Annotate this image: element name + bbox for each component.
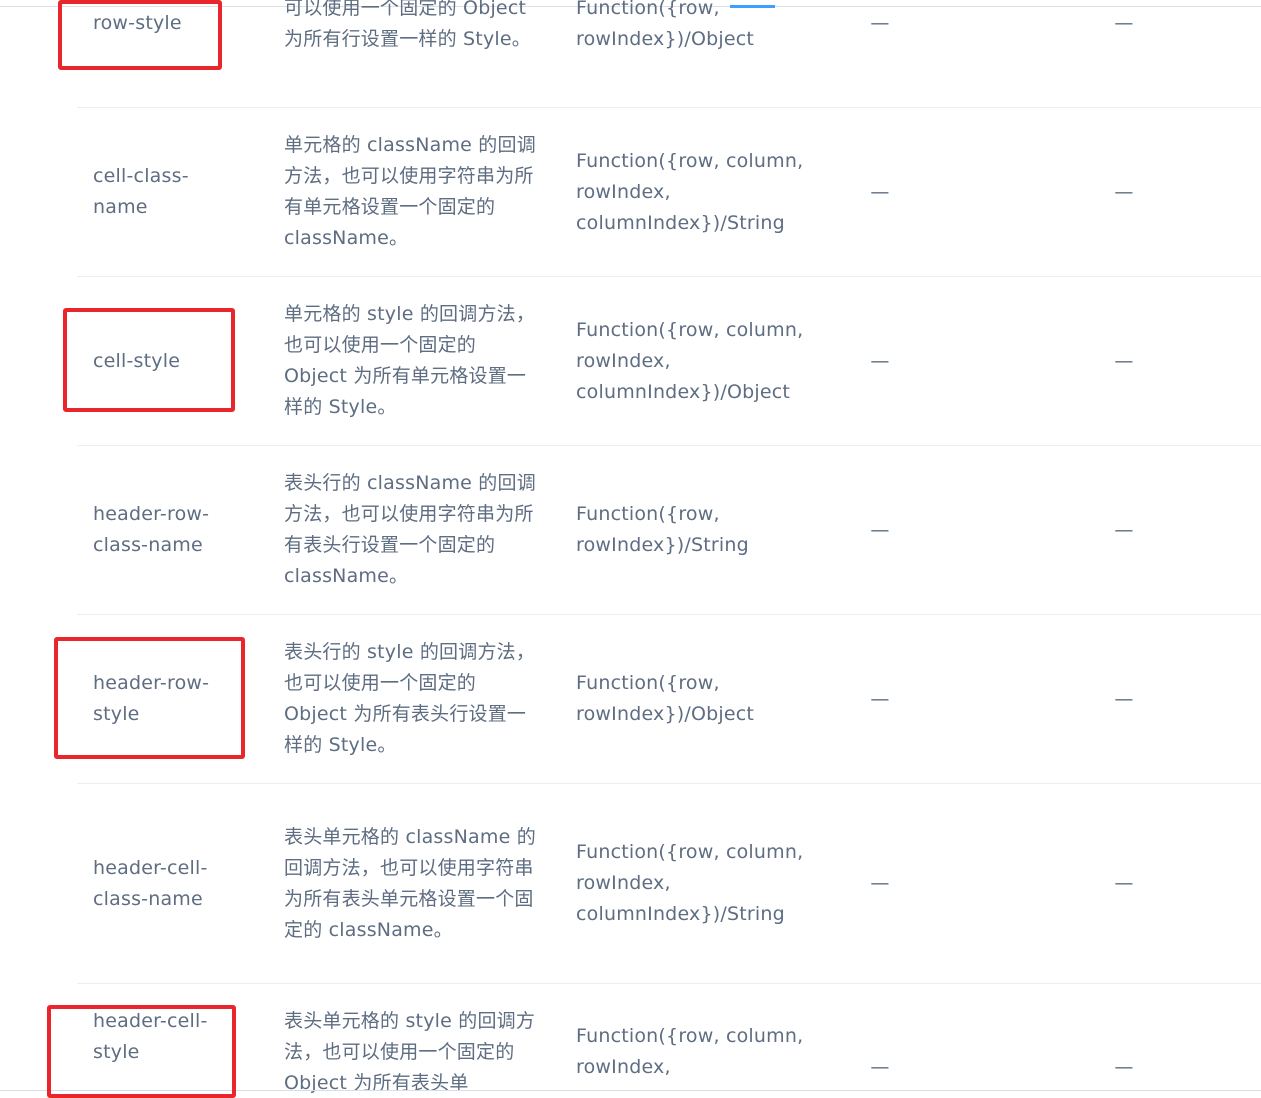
description-cell: 单元格的 style 的回调方法，也可以使用一个固定的 Object 为所有单元… <box>284 303 536 418</box>
attribute-name-cell: header-row-class-name <box>93 503 210 556</box>
type-cell: Function({row, column, rowIndex, columnI… <box>576 149 804 234</box>
table-row: cell-class-name 单元格的 className 的回调方法，也可以… <box>0 108 1261 276</box>
default-value-cell: — <box>1114 687 1134 710</box>
highlight-box-header-cell-style <box>47 1005 236 1098</box>
default-value-cell: — <box>1114 12 1134 34</box>
description-cell: 可以使用一个固定的 Object 为所有行设置一样的 Style。 <box>284 0 531 50</box>
type-cell: Function({row, column, rowIndex, columnI… <box>576 841 804 925</box>
default-value-cell: — <box>1114 872 1134 894</box>
type-cell: Function({row, rowIndex})/String <box>576 503 749 556</box>
table-row: header-row-class-name 表头行的 className 的回调… <box>0 446 1261 614</box>
type-cell: Function({row, rowIndex})/Object <box>576 0 755 50</box>
accepted-values-cell: — <box>870 872 890 894</box>
table-row: header-cell-class-name 表头单元格的 className … <box>0 784 1261 983</box>
description-cell: 表头行的 style 的回调方法，也可以使用一个固定的 Object 为所有表头… <box>284 641 536 756</box>
accepted-values-cell: — <box>870 1056 890 1078</box>
attribute-name-cell: header-cell-class-name <box>93 856 208 910</box>
accepted-values-cell: — <box>870 12 890 34</box>
type-cell: Function({row, column, rowIndex, <box>576 1025 804 1078</box>
highlight-box-cell-style <box>63 308 235 412</box>
accepted-values-cell: — <box>870 349 890 372</box>
type-cell: Function({row, column, rowIndex, columnI… <box>576 318 804 403</box>
highlight-box-row-style <box>58 0 222 70</box>
description-cell: 单元格的 className 的回调方法，也可以使用字符串为所有单元格设置一个固… <box>284 134 536 249</box>
type-cell: Function({row, rowIndex})/Object <box>576 672 755 725</box>
description-cell: 表头单元格的 className 的回调方法，也可以使用字符串为所有表头单元格设… <box>284 825 536 941</box>
default-value-cell: — <box>1114 180 1134 203</box>
default-value-cell: — <box>1114 518 1134 541</box>
attributes-table-viewport: row-style 可以使用一个固定的 Object 为所有行设置一样的 Sty… <box>0 0 1261 1098</box>
description-cell: 表头行的 className 的回调方法，也可以使用字符串为所有表头行设置一个固… <box>284 472 536 587</box>
accepted-values-cell: — <box>870 180 890 203</box>
default-value-cell: — <box>1114 349 1134 372</box>
highlight-box-header-row-style <box>54 637 245 759</box>
default-value-cell: — <box>1114 1056 1134 1078</box>
attribute-name-cell: cell-class-name <box>93 165 189 218</box>
accepted-values-cell: — <box>870 518 890 541</box>
description-cell: 表头单元格的 style 的回调方法，也可以使用一个固定的 Object 为所有… <box>284 1010 536 1094</box>
accepted-values-cell: — <box>870 687 890 710</box>
